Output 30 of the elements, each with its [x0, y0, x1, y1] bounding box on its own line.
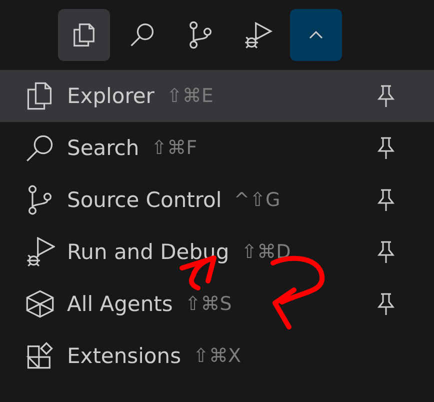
menu-label: Explorer [67, 84, 154, 108]
shortcut-hint: ⇧⌘F [151, 137, 198, 159]
menu-item[interactable]: All Agents ⇧⌘S [0, 278, 434, 330]
shortcut-hint: ⇧⌘E [166, 85, 214, 107]
pin-icon[interactable] [376, 188, 396, 212]
menu-item[interactable]: Extensions ⇧⌘X [0, 330, 434, 382]
toolbar-button[interactable] [58, 9, 110, 61]
menu-label: Extensions [67, 344, 182, 368]
menu-label: Source Control [67, 188, 222, 212]
run-debug-icon [243, 20, 273, 50]
menu-label: All Agents [67, 292, 173, 316]
shortcut-hint: ⇧⌘D [241, 241, 291, 263]
menu-item[interactable]: Run and Debug ⇧⌘D [0, 226, 434, 278]
pin-icon[interactable] [376, 84, 396, 108]
menu-label: Search [67, 136, 140, 160]
pin-icon[interactable] [376, 136, 396, 160]
shortcut-hint: ⇧⌘S [184, 293, 232, 315]
shortcut-hint: ^⇧G [234, 189, 280, 211]
menu-item[interactable]: Source Control ^⇧G [0, 174, 434, 226]
pin-icon[interactable] [376, 240, 396, 264]
menu-item[interactable]: Explorer ⇧⌘E [0, 70, 434, 122]
search-icon [25, 133, 55, 163]
run-debug-icon [25, 237, 55, 267]
shortcut-hint: ⇧⌘X [193, 345, 241, 367]
pin-icon[interactable] [376, 292, 396, 316]
menu-item[interactable]: Search ⇧⌘F [0, 122, 434, 174]
chevron-up-icon [309, 31, 323, 39]
menu-label: Run and Debug [67, 240, 230, 264]
cube-icon [25, 289, 55, 319]
blocks-icon [25, 341, 55, 371]
